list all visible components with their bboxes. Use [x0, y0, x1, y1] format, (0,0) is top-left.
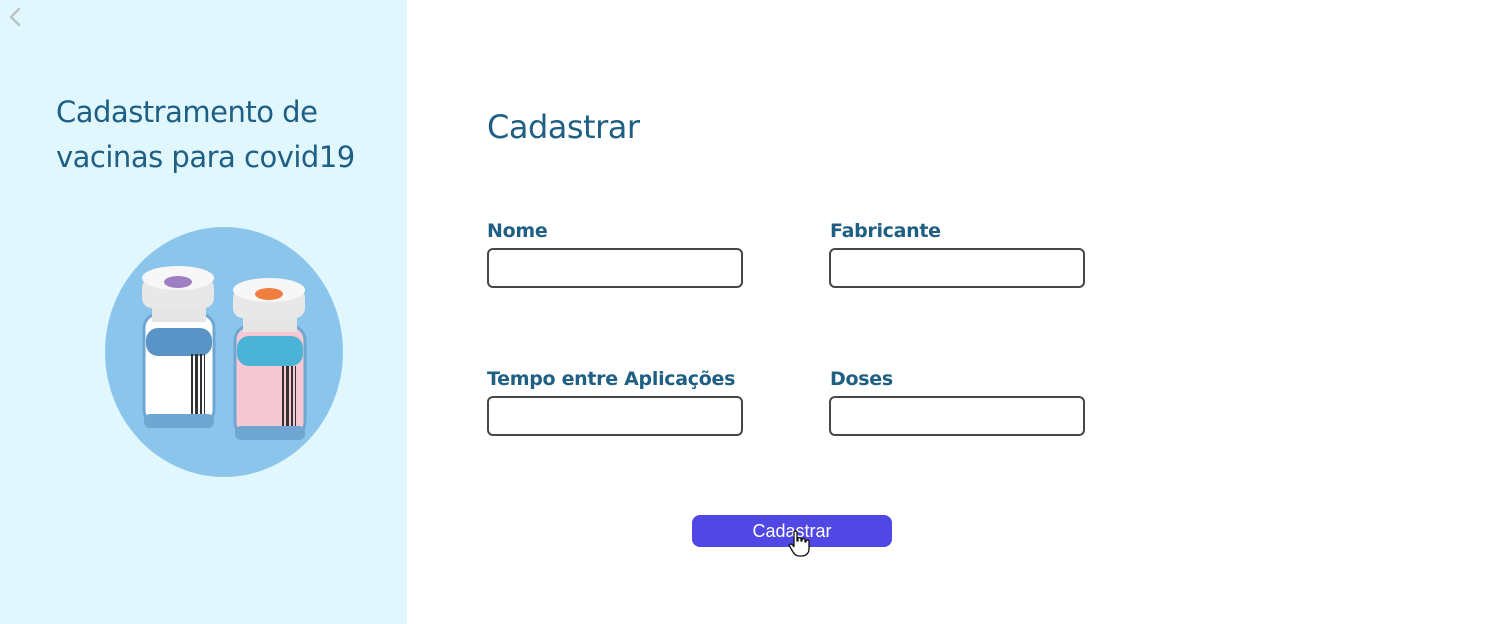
fabricante-input[interactable] [829, 248, 1085, 288]
fabricante-label: Fabricante [830, 220, 941, 242]
cadastrar-button[interactable]: Cadastrar [692, 515, 892, 547]
tempo-entre-aplicacoes-input[interactable] [487, 396, 743, 436]
chevron-left-icon[interactable] [6, 6, 24, 28]
nome-label: Nome [487, 220, 548, 242]
page-title: Cadastrar [487, 108, 640, 146]
doses-label: Doses [830, 368, 893, 390]
doses-input[interactable] [829, 396, 1085, 436]
sidebar-title: Cadastramento de vacinas para covid19 [56, 95, 355, 174]
nome-input[interactable] [487, 248, 743, 288]
tempo-entre-aplicacoes-label: Tempo entre Aplicações [487, 368, 736, 390]
sidebar: Cadastramento de vacinas para covid19 [0, 0, 407, 624]
vaccine-vials-illustration [105, 227, 343, 477]
